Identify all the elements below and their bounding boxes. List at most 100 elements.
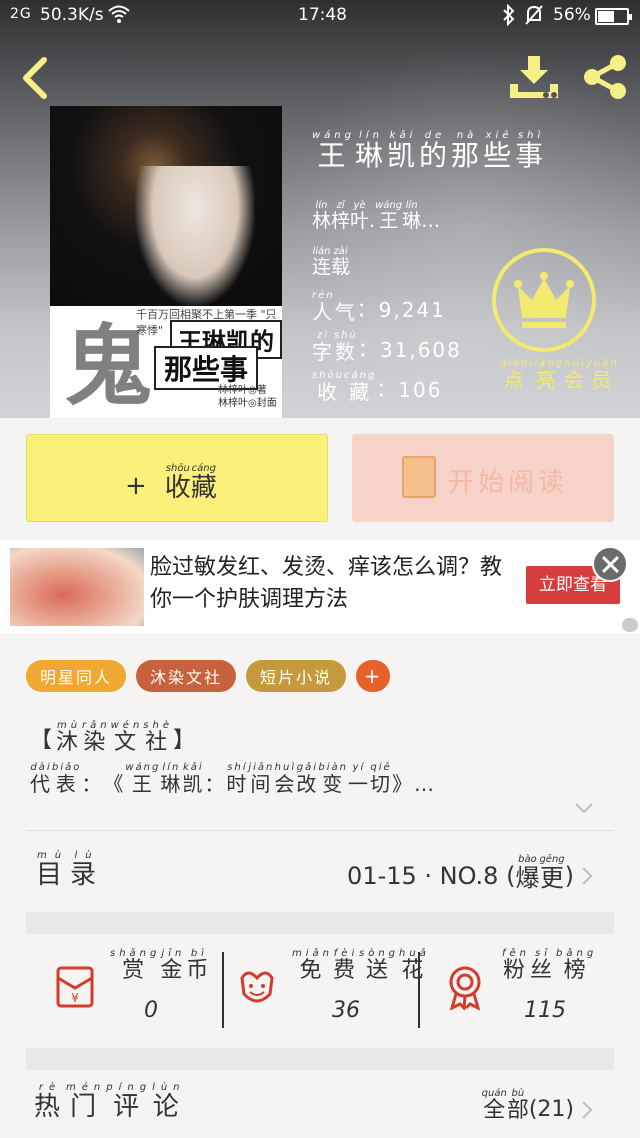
add-tag-button[interactable]: + <box>356 660 391 692</box>
ad-image <box>10 548 144 626</box>
hanzi: 录 <box>70 860 105 890</box>
ruby-char: shì 事 <box>515 130 547 170</box>
start-reading-button[interactable]: 开始阅读 <box>352 434 614 522</box>
hanzi: 气 <box>334 300 357 324</box>
hanzi: 事 <box>515 139 548 172</box>
reward-coins[interactable]: ¥ shǎng 赏 jīn 金 bì 币 0 <box>26 932 222 1048</box>
book-header: 2G 50.3K/s 17:48 56% 鬼 千百万回相聚不上第一季 "只寒悸"… <box>0 0 640 418</box>
hanzi: 琳 <box>355 139 388 172</box>
ruby-char: xiē 些 <box>483 130 515 170</box>
ruby-char: shù 数 <box>334 330 358 362</box>
mute-bell-icon <box>524 4 544 31</box>
hanzi: 切 <box>370 772 392 796</box>
hanzi: 琳 <box>402 210 422 232</box>
hanzi: 琳 <box>160 772 183 796</box>
wifi-icon <box>108 4 130 29</box>
ruby-char: bì 币 <box>186 948 212 982</box>
hanzi: 梓 <box>331 210 351 232</box>
all-comments-link[interactable]: quán 全 bù 部 (21) <box>482 1088 574 1122</box>
hanzi: 员 <box>591 368 614 392</box>
hanzi: 会 <box>274 772 297 796</box>
ruby-char: shōu 收 <box>312 370 344 402</box>
ruby-char: mù 目 <box>36 850 70 888</box>
bluetooth-icon <box>502 3 516 31</box>
hanzi: 变 <box>322 772 345 796</box>
vip-badge[interactable] <box>492 248 596 352</box>
ruby-char: jiān 间 <box>248 762 274 794</box>
hanzi: 些 <box>483 139 516 172</box>
collect-button[interactable]: + shōu 收 cáng 藏 <box>26 434 328 522</box>
popularity-label: rén 人 气 <box>312 290 357 322</box>
tag-chip[interactable]: 沐染文社 <box>136 660 237 692</box>
ruby-char: zài 载 <box>331 246 350 277</box>
book-cover[interactable]: 鬼 千百万回相聚不上第一季 "只寒悸" 王琳凯的 那些事 林梓叶◎著 林梓叶◎封… <box>50 106 282 418</box>
hanzi: 目 <box>36 860 71 890</box>
ruby-char: 气 <box>335 290 357 322</box>
section-separator <box>26 1048 614 1070</box>
ruby-char: fèi 费 <box>333 948 359 982</box>
action-buttons: + shōu 收 cáng 藏 开始阅读 <box>0 418 640 540</box>
popularity-value: 9,241 <box>378 298 446 322</box>
ruby-char: kǎi 凯 <box>387 130 419 170</box>
hanzi: 《 <box>103 772 126 796</box>
ruby-char: nà 那 <box>451 130 483 170</box>
hanzi: 币 <box>186 958 213 983</box>
ruby-char: wáng 王 <box>375 200 402 231</box>
share-icon <box>584 55 626 99</box>
comments-count: (21) <box>528 1097 574 1122</box>
ruby-char: bǎng 榜 <box>556 948 597 982</box>
ruby-char: lín 琳 <box>355 130 387 170</box>
ruby-char: lín 琳 <box>402 200 421 231</box>
hanzi: 改 <box>296 772 319 796</box>
close-icon[interactable] <box>592 546 628 582</box>
tag-chip[interactable]: 短片小说 <box>246 660 347 692</box>
favorites-stat: shōu 收 cáng 藏： 106 <box>312 370 443 404</box>
ruby-char: cáng 藏 <box>191 463 217 501</box>
divider <box>26 830 614 831</box>
collect-button-content: + shōu 收 cáng 藏 <box>125 463 217 501</box>
latest-update-tag: bào 爆 gēng 更 <box>515 854 564 890</box>
fans-ranking[interactable]: fěn 粉 sī 丝 bǎng 榜 115 <box>420 932 614 1048</box>
fans-value: 115 <box>524 998 566 1023</box>
ruby-char: bào 爆 <box>515 854 539 890</box>
collect-label: shōu 收 cáng 藏 <box>165 463 217 501</box>
flower-icon <box>240 971 274 1003</box>
hanzi: 费 <box>333 958 360 983</box>
ruby-char: lín 林 <box>312 200 331 231</box>
ruby-char: 《 <box>103 762 125 794</box>
hanzi: 染 <box>83 730 110 755</box>
share-button[interactable] <box>580 52 630 102</box>
ruby-char: lùn 论 <box>152 1082 185 1120</box>
hot-comments-label: rè 热 mén 门 píng 评 lùn 论 <box>34 1082 186 1120</box>
ad-banner[interactable]: 脸过敏发红、发烫、痒该怎么调？教你一个护肤调理方法 立即查看 <box>0 540 640 634</box>
hanzi: 连 <box>312 256 332 278</box>
latest-update: 01-15 · NO.8 ( bào 爆 gēng 更 ) <box>347 854 574 890</box>
book-author[interactable]: lín 林 zǐ 梓 yè 叶 . wáng 王 lín 琳 … <box>312 200 440 231</box>
latest-update-close: ) <box>564 862 574 890</box>
ruby-char: ： <box>81 762 103 794</box>
ruby-char: kǎi 凯 <box>182 762 204 794</box>
svg-text:¥: ¥ <box>71 991 79 1005</box>
ruby-char: lián 连 <box>312 246 331 277</box>
expand-chevron-icon[interactable] <box>574 800 594 820</box>
back-button[interactable] <box>18 56 50 100</box>
hanzi: 沐 <box>56 730 83 755</box>
ruby-char: lín 琳 <box>160 762 182 794</box>
hanzi: 金 <box>160 958 187 983</box>
ruby-char: shōu 收 <box>165 463 191 501</box>
ruby-char: yuán 员 <box>586 358 619 390</box>
ruby-char: qiē 切 <box>370 762 392 794</box>
hanzi: 榜 <box>563 958 590 983</box>
tag-chip[interactable]: 明星同人 <box>26 660 127 692</box>
ruby-char: wáng 王 <box>125 762 160 794</box>
ruby-char: gǎi 改 <box>296 762 318 794</box>
download-button[interactable] <box>508 54 560 100</box>
ruby-char: zì 字 <box>312 330 334 362</box>
favorites-label: shōu 收 cáng 藏 <box>312 370 376 402</box>
ruby-char: dài 代 <box>30 762 52 794</box>
ruby-char: mén 门 <box>66 1082 106 1120</box>
free-flowers[interactable]: miǎn 免 fèi 费 sòng 送 huā 花 36 <box>224 932 426 1048</box>
hanzi: 王 <box>317 139 350 172</box>
vip-label[interactable]: diǎn 点 liàng 亮 huì 会 yuán 员 <box>500 358 619 390</box>
table-of-contents-row[interactable]: mù 目 lù 录 01-15 · NO.8 ( bào 爆 gēng 更 ) <box>26 840 614 910</box>
